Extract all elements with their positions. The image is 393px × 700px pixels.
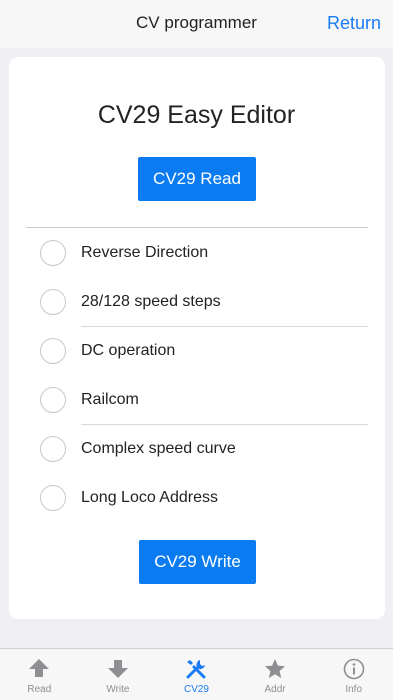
option-label: DC operation bbox=[81, 342, 176, 359]
arrow-up-icon bbox=[27, 657, 51, 681]
option-label: Railcom bbox=[81, 391, 139, 408]
option-reverse-direction[interactable]: Reverse Direction bbox=[40, 238, 368, 268]
tab-label: Addr bbox=[264, 684, 286, 695]
tab-addr[interactable]: Addr bbox=[236, 649, 315, 700]
radio-button[interactable] bbox=[40, 387, 66, 413]
divider bbox=[81, 326, 368, 327]
option-railcom[interactable]: Railcom bbox=[40, 385, 368, 415]
cv29-read-button[interactable]: CV29 Read bbox=[138, 157, 256, 201]
tab-bar: Read Write CV29 Addr Info bbox=[0, 648, 393, 700]
option-dc-operation[interactable]: DC operation bbox=[40, 336, 368, 366]
page-title: CV programmer bbox=[136, 13, 257, 32]
card-title: CV29 Easy Editor bbox=[97, 101, 296, 129]
tools-icon bbox=[184, 657, 208, 681]
tab-write[interactable]: Write bbox=[79, 649, 158, 700]
tab-label: Write bbox=[106, 684, 130, 695]
radio-button[interactable] bbox=[40, 436, 66, 462]
radio-button[interactable] bbox=[40, 485, 66, 511]
tab-label: CV29 bbox=[183, 684, 209, 695]
tab-label: Info bbox=[345, 684, 363, 695]
option-speed-steps[interactable]: 28/128 speed steps bbox=[40, 287, 368, 317]
radio-button[interactable] bbox=[40, 338, 66, 364]
divider bbox=[26, 227, 368, 228]
option-long-loco-address[interactable]: Long Loco Address bbox=[40, 483, 368, 513]
radio-button[interactable] bbox=[40, 240, 66, 266]
radio-button[interactable] bbox=[40, 289, 66, 315]
tab-info[interactable]: Info bbox=[314, 649, 393, 700]
divider bbox=[81, 424, 368, 425]
arrow-down-icon bbox=[106, 657, 130, 681]
option-complex-speed-curve[interactable]: Complex speed curve bbox=[40, 434, 368, 464]
return-button[interactable]: Return bbox=[327, 13, 381, 34]
option-label: Long Loco Address bbox=[81, 489, 218, 506]
info-icon bbox=[342, 657, 366, 681]
option-label: 28/128 speed steps bbox=[81, 293, 221, 310]
cv29-write-button[interactable]: CV29 Write bbox=[139, 540, 256, 584]
option-label: Reverse Direction bbox=[81, 244, 209, 261]
star-icon bbox=[263, 657, 287, 681]
tab-label: Read bbox=[27, 684, 52, 695]
nav-bar: CV programmer Return bbox=[0, 0, 393, 48]
option-label: Complex speed curve bbox=[81, 440, 236, 457]
tab-read[interactable]: Read bbox=[0, 649, 79, 700]
tab-cv29[interactable]: CV29 bbox=[157, 649, 236, 700]
